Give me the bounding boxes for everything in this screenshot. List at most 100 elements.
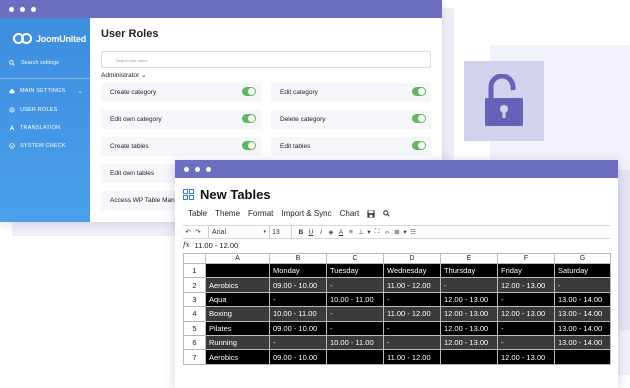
redo-icon[interactable]: ↷	[193, 228, 203, 236]
table-cell[interactable]: 11.00 - 12.00	[383, 349, 441, 365]
undo-icon[interactable]: ↶	[183, 228, 193, 236]
table-cell[interactable]: 13.00 - 14.00	[554, 306, 611, 322]
menu-format[interactable]: Format	[248, 209, 273, 218]
column-header[interactable]: F	[497, 253, 555, 264]
window-dot[interactable]	[20, 6, 25, 12]
column-header[interactable]: C	[326, 253, 384, 264]
permission-toggle[interactable]	[412, 141, 426, 150]
role-search-input[interactable]: Search role name	[101, 51, 431, 68]
column-header[interactable]: D	[383, 253, 441, 264]
table-cell[interactable]: 10.00 - 11.00	[269, 306, 327, 322]
table-cell[interactable]: -	[497, 291, 555, 308]
table-cell[interactable]: 12.00 - 13.00	[440, 320, 498, 336]
table-cell[interactable]: 10.00 - 11.00	[326, 291, 384, 308]
table-title[interactable]: New Tables	[200, 187, 271, 202]
logo[interactable]: JoomUnited	[0, 18, 90, 50]
search-icon[interactable]	[383, 210, 390, 217]
table-cell[interactable]: -	[383, 320, 441, 336]
table-cell[interactable]: 13.00 - 14.00	[554, 334, 611, 351]
table-cell[interactable]: 11.00 - 12.00	[383, 277, 441, 293]
table-cell[interactable]: Saturday	[554, 262, 611, 279]
row-number[interactable]: 2	[183, 277, 206, 293]
table-cell[interactable]: 12.00 - 13.00	[440, 334, 498, 351]
table-cell[interactable]: 12.00 - 13.00	[497, 306, 555, 322]
table-cell[interactable]: 09.00 - 10.00	[269, 320, 327, 336]
table-cell[interactable]: 13.00 - 14.00	[554, 291, 611, 308]
table-cell[interactable]: 09.00 - 10.00	[269, 349, 327, 365]
row-number[interactable]: 6	[183, 334, 206, 351]
menu-table[interactable]: Table	[188, 209, 207, 218]
permission-toggle[interactable]	[242, 141, 256, 150]
window-dot[interactable]	[31, 6, 36, 12]
table-cell[interactable]: 12.00 - 13.00	[440, 291, 498, 308]
sidebar-item-system-check[interactable]: SYSTEM CHECK	[0, 137, 90, 155]
list-icon[interactable]: ☷	[408, 228, 418, 236]
font-size-input[interactable]: 13	[270, 226, 292, 238]
bold-icon[interactable]: B	[296, 229, 306, 236]
row-number[interactable]: 4	[183, 306, 206, 322]
table-cell[interactable]: Monday	[269, 262, 327, 279]
table-cell[interactable]: 09.00 - 10.00	[269, 277, 327, 293]
table-cell[interactable]: 13.00 - 14.00	[554, 320, 611, 336]
menu-theme[interactable]: Theme	[215, 209, 240, 218]
table-cell[interactable]: 10.00 - 11.00	[326, 334, 384, 351]
align-icon[interactable]: ≡	[346, 229, 356, 236]
sidebar-item-user-roles[interactable]: USER ROLES	[0, 101, 90, 119]
table-cell[interactable]: Tuesday	[326, 262, 384, 279]
corner-cell[interactable]	[183, 253, 206, 264]
column-header[interactable]: B	[269, 253, 327, 264]
table-cell[interactable]: 11.00 - 12.00	[383, 306, 441, 322]
table-cell[interactable]: 12.00 - 13.00	[497, 277, 555, 293]
table-cell[interactable]: Wednesday	[383, 262, 441, 279]
code-icon[interactable]: ‹›	[382, 229, 392, 236]
formula-bar[interactable]: fx 11.00 - 12.00	[183, 241, 238, 250]
fill-color-icon[interactable]: ◈	[326, 228, 336, 236]
table-cell[interactable]: 12.00 - 13.00	[497, 349, 555, 365]
sidebar-search[interactable]: Search settings	[0, 53, 90, 73]
row-number[interactable]: 7	[183, 349, 206, 365]
window-dot[interactable]	[184, 166, 189, 172]
role-select[interactable]: Administrator ⌄	[101, 71, 147, 79]
table-cell[interactable]: -	[269, 291, 327, 308]
font-color-icon[interactable]: A	[336, 229, 346, 236]
column-header[interactable]: A	[205, 253, 270, 264]
font-select[interactable]: Arial ▾	[208, 226, 270, 238]
border-icon[interactable]: ⊞	[392, 228, 402, 236]
permission-toggle[interactable]	[412, 114, 426, 123]
table-cell[interactable]: -	[269, 334, 327, 351]
table-cell[interactable]: Aerobics	[205, 277, 270, 293]
table-cell[interactable]: -	[497, 320, 555, 336]
menu-import-sync[interactable]: Import & Sync	[281, 209, 331, 218]
table-cell[interactable]: -	[497, 334, 555, 351]
sidebar-item-translation[interactable]: TRANSLATION	[0, 119, 90, 137]
valign-icon[interactable]: ⊥	[356, 228, 366, 236]
table-cell[interactable]: Thursday	[440, 262, 498, 279]
row-number[interactable]: 3	[183, 291, 206, 308]
permission-toggle[interactable]	[242, 87, 256, 96]
permission-toggle[interactable]	[242, 114, 256, 123]
table-cell[interactable]: -	[326, 320, 384, 336]
table-cell[interactable]: -	[440, 277, 498, 293]
table-cell[interactable]	[205, 262, 270, 279]
table-cell[interactable]	[326, 349, 384, 365]
column-header[interactable]: G	[554, 253, 611, 264]
window-dot[interactable]	[206, 166, 211, 172]
table-cell[interactable]	[554, 349, 611, 365]
table-cell[interactable]: 12.00 - 13.00	[440, 306, 498, 322]
save-icon[interactable]	[367, 209, 375, 218]
window-dot[interactable]	[9, 6, 14, 12]
row-number[interactable]: 5	[183, 320, 206, 336]
column-header[interactable]: E	[440, 253, 498, 264]
table-cell[interactable]: Pilates	[205, 320, 270, 336]
row-number[interactable]: 1	[183, 262, 206, 279]
sidebar-item-main-settings[interactable]: MAIN SETTINGS ⌄	[0, 81, 90, 101]
table-cell[interactable]: Boxing	[205, 306, 270, 322]
merge-icon[interactable]: ⛶	[372, 228, 382, 236]
table-cell[interactable]	[440, 349, 498, 365]
underline-icon[interactable]: U	[306, 229, 316, 236]
table-cell[interactable]: Aerobics	[205, 349, 270, 365]
table-cell[interactable]: -	[326, 306, 384, 322]
table-cell[interactable]: Aqua	[205, 291, 270, 308]
table-cell[interactable]: -	[554, 277, 611, 293]
table-cell[interactable]: -	[383, 291, 441, 308]
